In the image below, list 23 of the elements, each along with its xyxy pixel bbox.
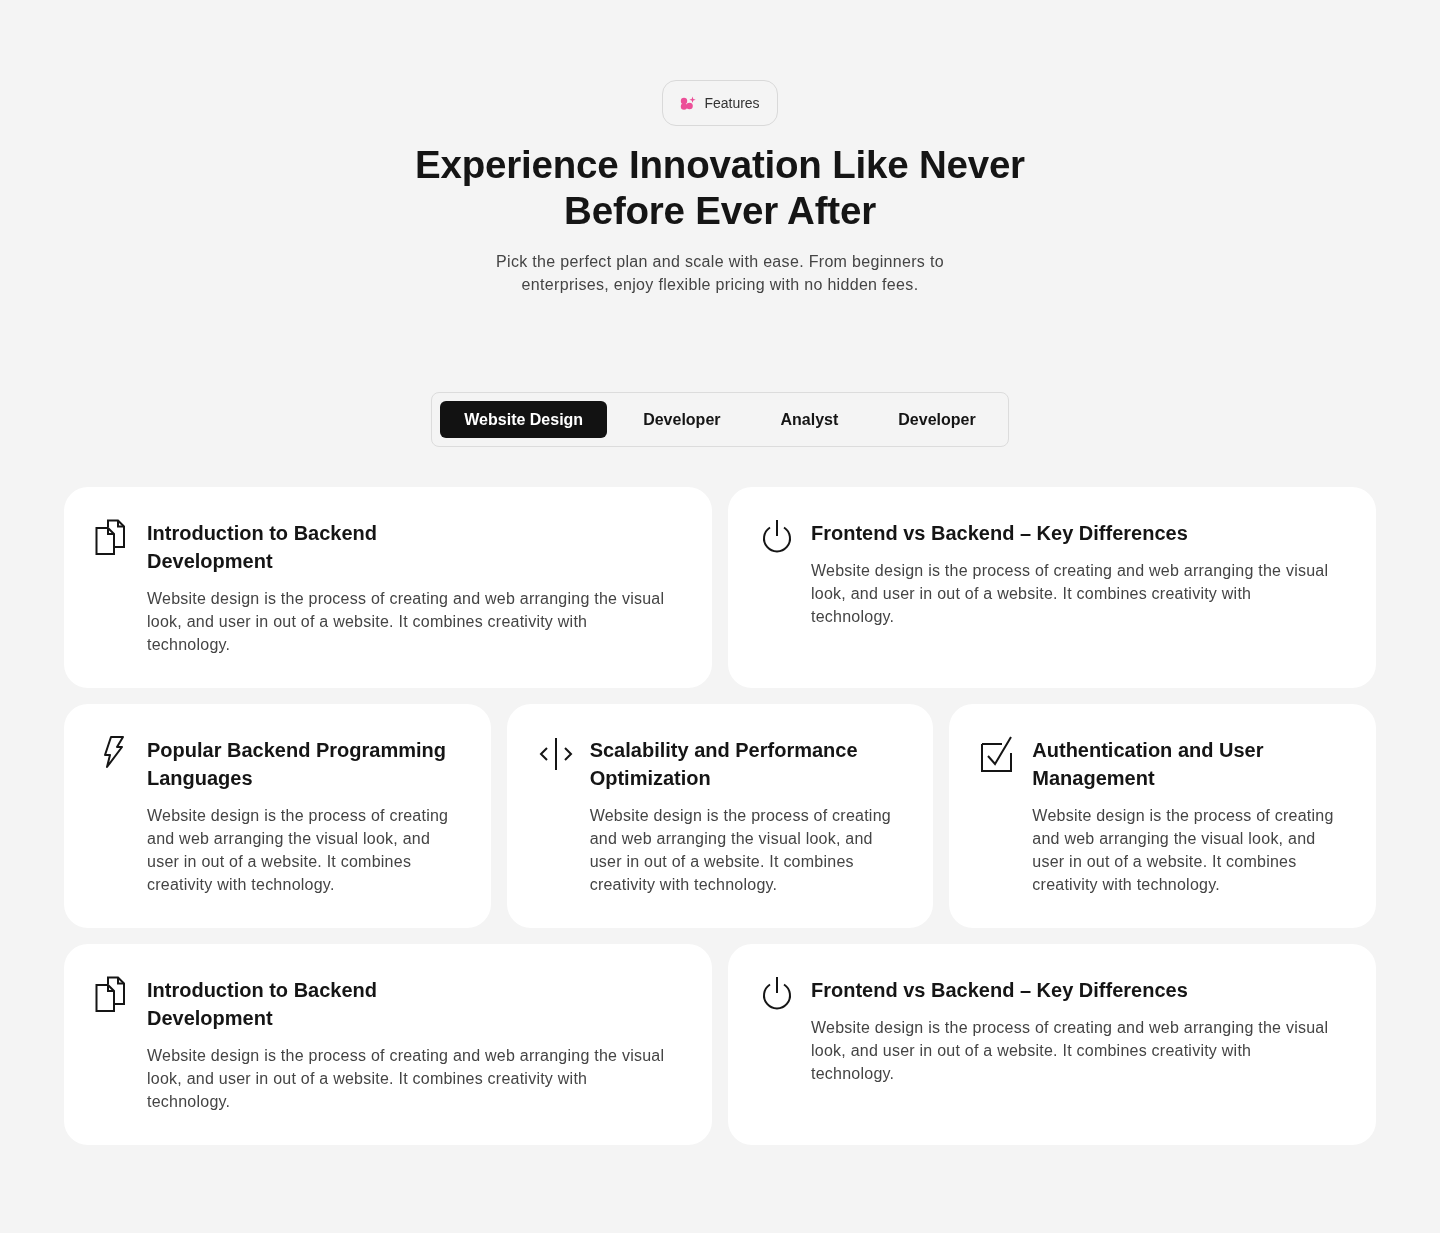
- card-description: Website design is the process of creating and web arranging the visual look, and user in out of a website. It combines creativity with technology.: [147, 589, 666, 655]
- card-title: Introduction to Backend Development: [147, 521, 378, 574]
- tab[interactable]: Developer: [874, 401, 1000, 438]
- page-heading: Experience Innovation Like Never Before Ever After: [414, 142, 1026, 234]
- card-description: Website design is the process of creating and web arranging the visual look, and user in out of a website. It combines creativity with technology.: [147, 1046, 666, 1112]
- page-subtitle: Pick the perfect plan and scale with ease. From beginners to enterprises, enjoy flexible pricing with no hidden fees.: [495, 252, 945, 295]
- card-title: Popular Backend Programming Languages: [147, 738, 447, 791]
- card-title: Scalability and Performance Optimization: [589, 738, 859, 791]
- card-description: Website design is the process of creating and web arranging the visual look, and user in out of a website. It combines creativity with technology.: [811, 561, 1330, 627]
- tab[interactable]: Analyst: [756, 401, 863, 438]
- card-title: Frontend vs Backend – Key Differences: [811, 978, 1189, 1003]
- badge-label: Features: [704, 93, 760, 113]
- card-description: Website design is the process of creating and web arranging the visual look, and user in out of a website. It combines creativity with technology.: [147, 806, 450, 895]
- card-title: Frontend vs Backend – Key Differences: [811, 521, 1189, 546]
- code-divider-icon: [537, 736, 574, 772]
- card-title: Introduction to Backend Development: [147, 978, 378, 1031]
- card-description: Website design is the process of creating and web arranging the visual look, and user in out of a website. It combines creativity with technology.: [589, 806, 892, 895]
- card-description: Website design is the process of creating and web arranging the visual look, and user in out of a website. It combines creativity with technology.: [811, 1018, 1330, 1084]
- card-description: Website design is the process of creating and web arranging the visual look, and user in out of a website. It combines creativity with technology.: [1032, 806, 1335, 895]
- tab[interactable]: Developer: [619, 401, 745, 438]
- sparkle-dots-icon: [680, 96, 697, 110]
- card-title: Authentication and User Management: [1032, 738, 1265, 791]
- tab[interactable]: Website Design: [440, 401, 608, 438]
